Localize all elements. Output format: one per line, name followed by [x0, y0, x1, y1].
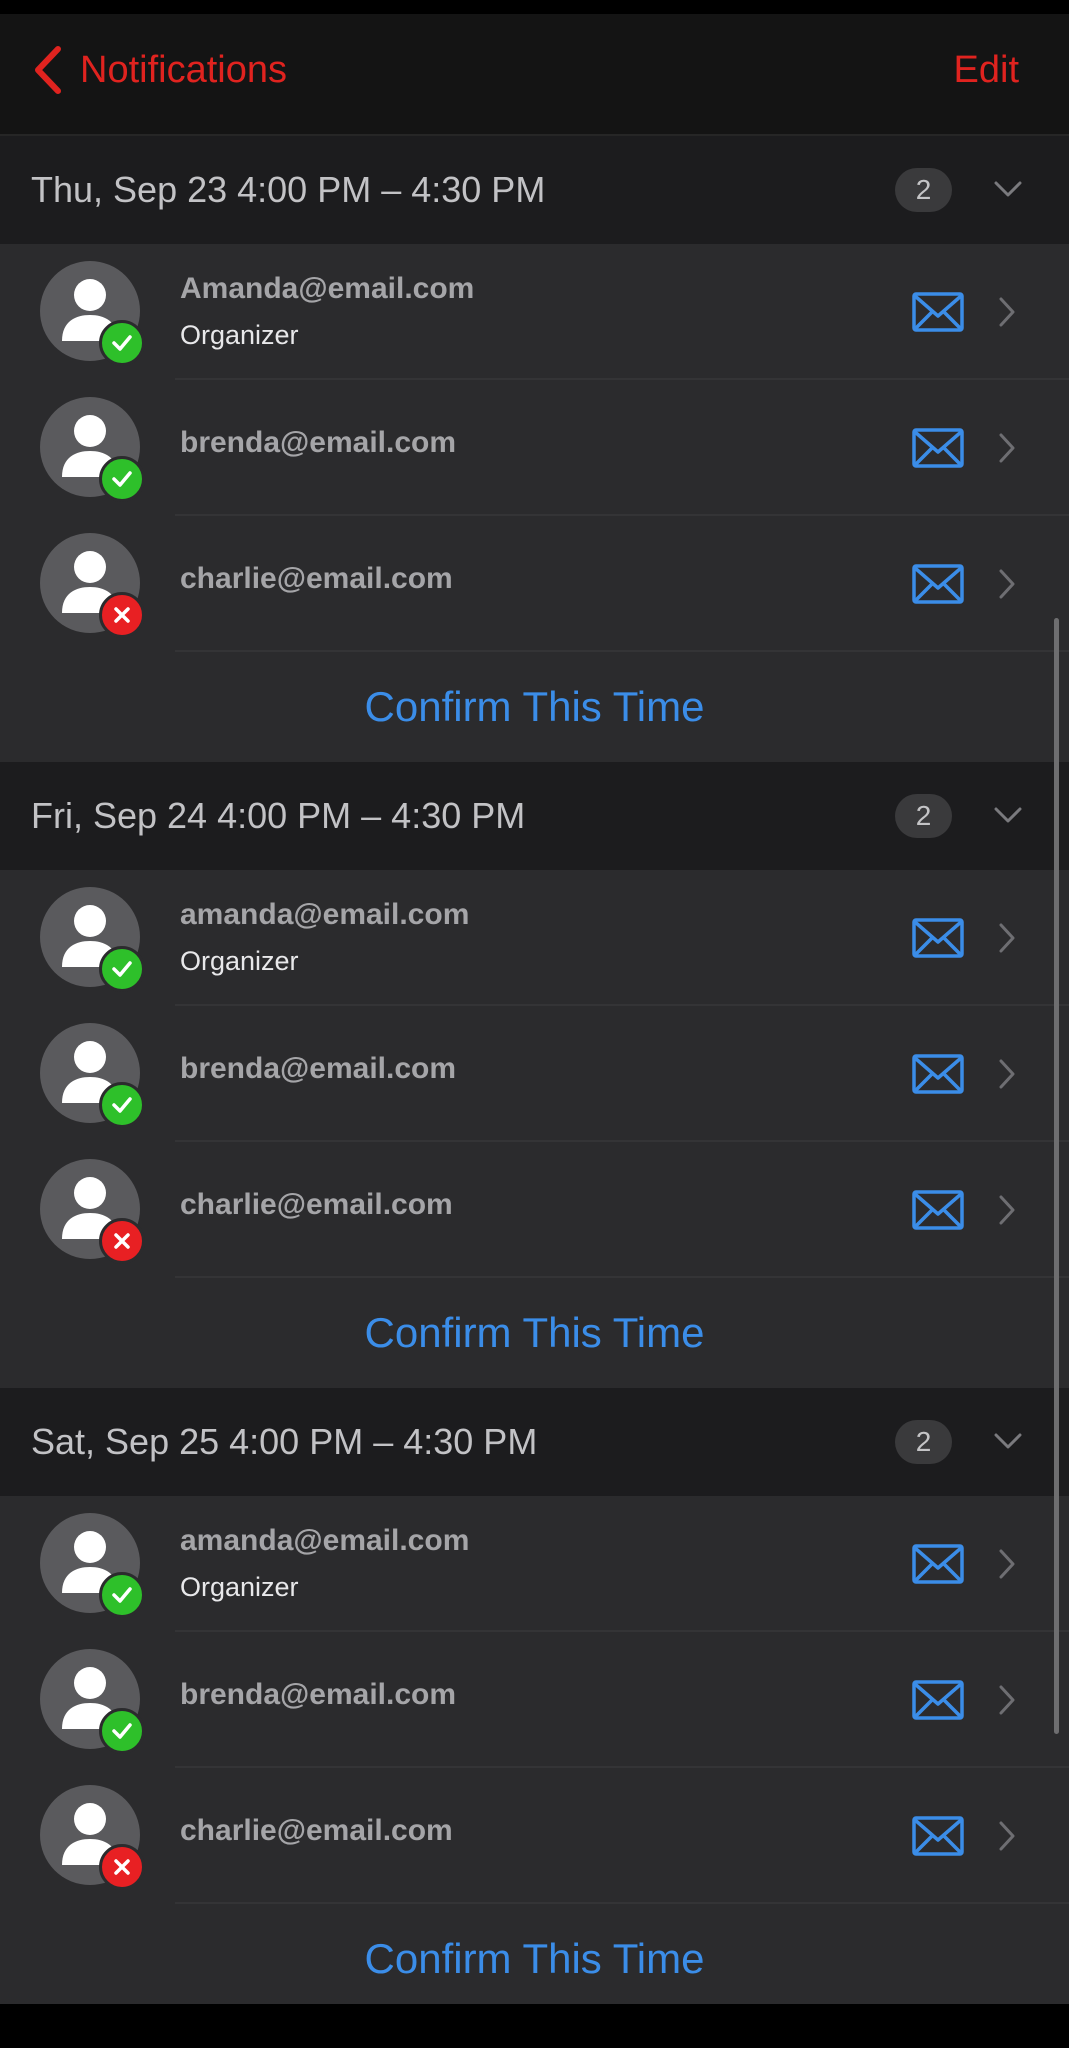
- attendee-count-badge: 2: [895, 794, 952, 838]
- attendee-row[interactable]: amanda@email.com Organizer: [0, 1496, 1069, 1632]
- declined-status-icon: [99, 1218, 145, 1264]
- confirm-time-button[interactable]: Confirm This Time: [0, 1904, 1069, 2004]
- scrollbar[interactable]: [1054, 618, 1059, 1734]
- attendee-email: charlie@email.com: [180, 1188, 453, 1221]
- chevron-right-icon[interactable]: [997, 1058, 1017, 1090]
- mail-icon[interactable]: [912, 564, 964, 604]
- x-mark-icon: [114, 607, 130, 623]
- mail-icon[interactable]: [912, 1190, 964, 1230]
- mail-icon[interactable]: [912, 292, 964, 332]
- attendee-email: brenda@email.com: [180, 426, 457, 459]
- mail-icon[interactable]: [912, 428, 964, 468]
- chevron-right-icon[interactable]: [997, 568, 1017, 600]
- accepted-status-icon: [99, 320, 145, 366]
- x-mark-icon: [114, 1233, 130, 1249]
- section-header[interactable]: Fri, Sep 24 4:00 PM – 4:30 PM 2: [0, 762, 1069, 870]
- attendee-role: Organizer: [180, 320, 299, 350]
- chevron-down-icon[interactable]: [993, 800, 1023, 830]
- checkmark-icon: [112, 1097, 132, 1113]
- chevron-left-icon: [35, 46, 61, 94]
- attendee-count-badge: 2: [895, 1420, 952, 1464]
- section-header[interactable]: Thu, Sep 23 4:00 PM – 4:30 PM 2: [0, 136, 1069, 244]
- chevron-right-icon[interactable]: [997, 922, 1017, 954]
- checkmark-icon: [112, 1723, 132, 1739]
- attendee-row[interactable]: charlie@email.com: [0, 1142, 1069, 1278]
- accepted-status-icon: [99, 946, 145, 992]
- back-button[interactable]: Notifications: [30, 40, 287, 100]
- mail-icon[interactable]: [912, 918, 964, 958]
- attendee-email: amanda@email.com: [180, 898, 470, 931]
- chevron-right-icon[interactable]: [997, 296, 1017, 328]
- chevron-right-icon[interactable]: [997, 1194, 1017, 1226]
- attendee-row[interactable]: Amanda@email.com Organizer: [0, 244, 1069, 380]
- chevron-down-icon[interactable]: [993, 174, 1023, 204]
- x-mark-icon: [114, 1859, 130, 1875]
- chevron-right-icon[interactable]: [997, 432, 1017, 464]
- attendee-row[interactable]: brenda@email.com: [0, 1632, 1069, 1768]
- declined-status-icon: [99, 592, 145, 638]
- attendee-email: amanda@email.com: [180, 1524, 470, 1557]
- screen: Notifications Edit Thu, Sep 23 4:00 PM –…: [0, 14, 1069, 2004]
- attendee-role: Organizer: [180, 1572, 299, 1602]
- confirm-time-button[interactable]: Confirm This Time: [0, 652, 1069, 762]
- attendee-row[interactable]: amanda@email.com Organizer: [0, 870, 1069, 1006]
- accepted-status-icon: [99, 1572, 145, 1618]
- declined-status-icon: [99, 1844, 145, 1890]
- confirm-time-button[interactable]: Confirm This Time: [0, 1278, 1069, 1388]
- section-date: Sat, Sep 25 4:00 PM – 4:30 PM: [31, 1421, 538, 1462]
- attendee-row[interactable]: brenda@email.com: [0, 1006, 1069, 1142]
- chevron-right-icon[interactable]: [997, 1820, 1017, 1852]
- accepted-status-icon: [99, 456, 145, 502]
- section-header[interactable]: Sat, Sep 25 4:00 PM – 4:30 PM 2: [0, 1388, 1069, 1496]
- mail-icon[interactable]: [912, 1680, 964, 1720]
- attendee-email: brenda@email.com: [180, 1052, 457, 1085]
- mail-icon[interactable]: [912, 1544, 964, 1584]
- checkmark-icon: [112, 471, 132, 487]
- attendee-row[interactable]: brenda@email.com: [0, 380, 1069, 516]
- checkmark-icon: [112, 961, 132, 977]
- checkmark-icon: [112, 1587, 132, 1603]
- attendee-email: brenda@email.com: [180, 1678, 457, 1711]
- attendee-email: Amanda@email.com: [180, 272, 475, 305]
- attendee-role: Organizer: [180, 946, 299, 976]
- navigation-bar: Notifications Edit: [0, 14, 1069, 136]
- attendee-email: charlie@email.com: [180, 562, 453, 595]
- chevron-down-icon[interactable]: [993, 1426, 1023, 1456]
- mail-icon[interactable]: [912, 1054, 964, 1094]
- section-date: Thu, Sep 23 4:00 PM – 4:30 PM: [31, 169, 546, 210]
- attendee-email: charlie@email.com: [180, 1814, 453, 1847]
- attendee-count-badge: 2: [895, 168, 952, 212]
- accepted-status-icon: [99, 1082, 145, 1128]
- chevron-right-icon[interactable]: [997, 1548, 1017, 1580]
- section-date: Fri, Sep 24 4:00 PM – 4:30 PM: [31, 795, 526, 836]
- back-label: Notifications: [80, 48, 287, 91]
- checkmark-icon: [112, 335, 132, 351]
- attendee-row[interactable]: charlie@email.com: [0, 516, 1069, 652]
- chevron-right-icon[interactable]: [997, 1684, 1017, 1716]
- edit-button[interactable]: Edit: [954, 40, 1019, 100]
- accepted-status-icon: [99, 1708, 145, 1754]
- mail-icon[interactable]: [912, 1816, 964, 1856]
- attendee-row[interactable]: charlie@email.com: [0, 1768, 1069, 1904]
